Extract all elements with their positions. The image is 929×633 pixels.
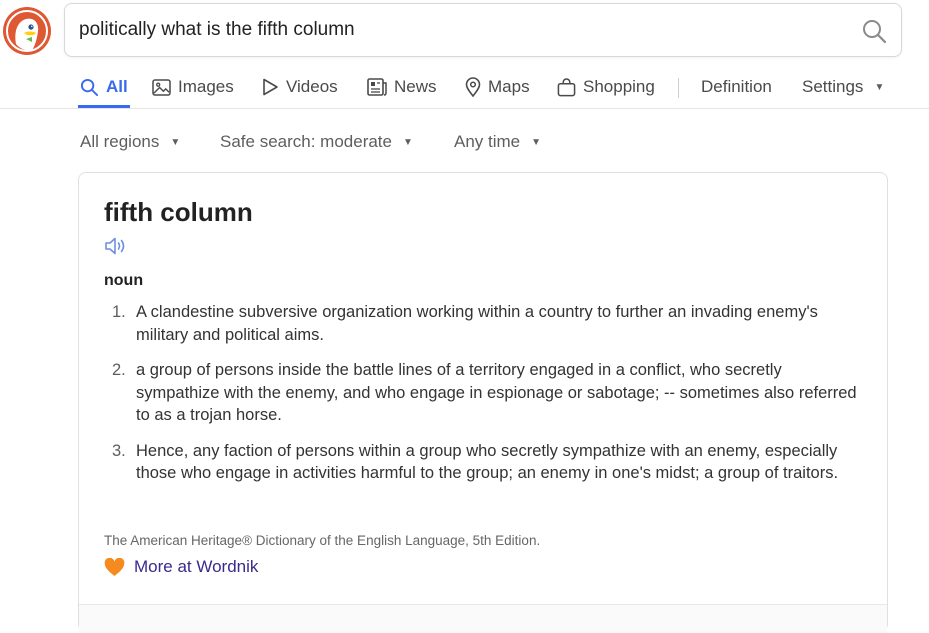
definition-text: A clandestine subversive organization wo…	[136, 303, 818, 344]
search-filters: All regions ▼ Safe search: moderate ▼ An…	[0, 130, 929, 154]
search-icon[interactable]	[861, 18, 887, 44]
search-input[interactable]	[79, 4, 839, 56]
tab-label: Shopping	[583, 77, 655, 96]
header-divider	[0, 108, 929, 109]
map-pin-icon	[465, 77, 481, 97]
definition-item: 1. A clandestine subversive organization…	[104, 301, 864, 346]
tab-label: Images	[178, 77, 234, 96]
tab-label: Settings	[802, 77, 864, 96]
definition-number: 1.	[112, 303, 126, 321]
tab-divider	[678, 78, 679, 98]
newspaper-icon	[367, 78, 387, 96]
region-filter[interactable]: All regions ▼	[80, 130, 180, 154]
definition-item: 3. Hence, any faction of persons within …	[104, 440, 864, 485]
tab-maps[interactable]: Maps	[465, 72, 530, 102]
safe-search-filter[interactable]: Safe search: moderate ▼	[220, 130, 413, 154]
tab-shopping[interactable]: Shopping	[557, 72, 655, 102]
part-of-speech: noun	[104, 272, 144, 289]
play-icon	[263, 78, 278, 96]
tab-label: Videos	[286, 77, 338, 96]
duckduckgo-logo[interactable]	[2, 6, 52, 56]
tab-all[interactable]: All	[80, 72, 128, 102]
definition-list: 1. A clandestine subversive organization…	[104, 301, 864, 498]
tab-settings[interactable]: Settings ▼	[802, 72, 884, 102]
more-at-wordnik-link[interactable]: More at Wordnik	[104, 557, 258, 577]
more-link-label: More at Wordnik	[134, 557, 259, 576]
tab-label: News	[394, 77, 437, 96]
safe-search-label: Safe search: moderate	[220, 132, 392, 151]
definition-source: The American Heritage® Dictionary of the…	[104, 533, 541, 548]
chevron-down-icon: ▼	[874, 81, 885, 93]
definition-text: Hence, any faction of persons within a g…	[136, 441, 839, 483]
tab-definition[interactable]: Definition	[701, 72, 772, 102]
shopping-bag-icon	[557, 77, 576, 96]
definition-item: 2. a group of persons inside the battle …	[104, 359, 864, 427]
definition-text: a group of persons inside the battle lin…	[136, 361, 857, 424]
definition-word: fifth column	[104, 197, 253, 227]
definition-card: fifth column noun 1. A clandestine subve…	[78, 172, 888, 633]
definition-number: 2.	[112, 361, 126, 379]
search-icon	[80, 78, 99, 96]
tab-label: All	[106, 77, 128, 96]
time-filter-label: Any time	[454, 132, 521, 151]
tab-label: Definition	[701, 77, 772, 96]
tab-videos[interactable]: Videos	[262, 72, 338, 102]
time-filter[interactable]: Any time ▼	[454, 130, 541, 154]
tab-label: Maps	[488, 77, 530, 96]
heart-icon	[104, 557, 125, 576]
region-filter-label: All regions	[80, 132, 160, 151]
search-tabs: All Images Videos News Maps Shopping Def…	[0, 72, 929, 102]
tab-images[interactable]: Images	[152, 72, 234, 102]
card-footer	[79, 605, 887, 633]
image-icon	[152, 78, 171, 96]
chevron-down-icon: ▼	[531, 136, 542, 148]
chevron-down-icon: ▼	[170, 136, 181, 148]
speaker-icon[interactable]	[104, 235, 128, 257]
definition-number: 3.	[112, 441, 126, 460]
chevron-down-icon: ▼	[402, 136, 413, 148]
search-box[interactable]	[64, 3, 902, 57]
tab-news[interactable]: News	[367, 72, 437, 102]
